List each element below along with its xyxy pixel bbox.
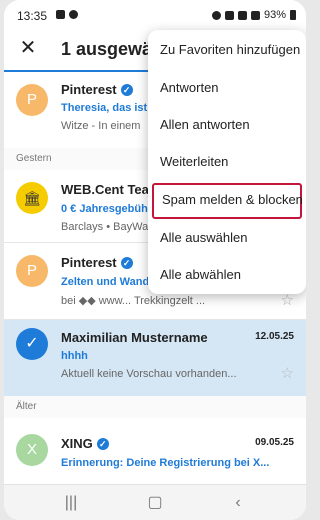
section-label: Gestern bbox=[16, 153, 52, 164]
menu-item-reply-all[interactable]: Allen antworten bbox=[148, 107, 306, 143]
verified-icon: ✓ bbox=[96, 438, 109, 450]
verified-icon: ✓ bbox=[120, 257, 133, 269]
section-label: Älter bbox=[16, 401, 37, 412]
menu-item-select-all[interactable]: Alle auswählen bbox=[148, 220, 306, 256]
battery-icon bbox=[290, 10, 296, 20]
status-right: 93% bbox=[211, 9, 296, 21]
section-header: Älter bbox=[4, 396, 306, 419]
status-bar: 13:35 93% bbox=[4, 0, 306, 30]
verified-icon: ✓ bbox=[120, 84, 133, 96]
home-icon[interactable]: ▢ bbox=[143, 491, 167, 515]
avatar: X bbox=[16, 434, 48, 466]
email-subject: 0 € Jahresgebühr bbox=[61, 203, 153, 215]
phone-screen: 13:35 93% ✕ 1 ausgewählt P Pinterest ✓ Th… bbox=[4, 0, 306, 520]
back-icon[interactable]: ‹ bbox=[226, 491, 250, 515]
email-sender: XING ✓ bbox=[61, 436, 109, 451]
email-preview: Witze - In einem bbox=[61, 120, 141, 132]
email-date: 09.05.25 bbox=[255, 437, 294, 448]
menu-item-report-spam[interactable]: Spam melden & blocken bbox=[152, 183, 303, 219]
close-icon[interactable]: ✕ bbox=[16, 36, 40, 60]
overflow-menu: Zu Favoriten hinzufügen Antworten Allen … bbox=[148, 30, 306, 294]
check-icon[interactable]: ✓ bbox=[16, 328, 48, 360]
email-sender: Maximilian Mustername bbox=[61, 330, 208, 345]
avatar: P bbox=[16, 255, 48, 287]
notification-icons bbox=[56, 10, 78, 19]
menu-item-forward[interactable]: Weiterleiten bbox=[148, 144, 306, 180]
status-time: 13:35 bbox=[17, 9, 48, 23]
email-row-selected[interactable]: ✓ Maximilian Mustername 12.05.25 hhhh Ak… bbox=[4, 320, 306, 397]
settings-icon bbox=[69, 10, 78, 19]
recent-apps-icon[interactable]: ||| bbox=[59, 491, 83, 515]
avatar: P bbox=[16, 84, 48, 116]
menu-item-add-favorite[interactable]: Zu Favoriten hinzufügen bbox=[148, 32, 306, 68]
menu-item-reply[interactable]: Antworten bbox=[148, 70, 306, 106]
bank-icon: 🏛 bbox=[16, 182, 48, 214]
email-preview: bei ◆◆ www... Trekkingzelt ... bbox=[61, 295, 206, 307]
email-preview: Barclays • BayWa bbox=[61, 221, 149, 233]
email-row[interactable]: X XING ✓ 09.05.25 Erinnerung: Deine Regis… bbox=[4, 418, 306, 485]
email-sender: Pinterest ✓ bbox=[61, 82, 133, 97]
email-sender: Pinterest ✓ bbox=[61, 255, 133, 270]
wifi-icon bbox=[237, 10, 247, 20]
gallery-icon bbox=[56, 10, 65, 19]
email-subject: Erinnerung: Deine Registrierung bei X... bbox=[61, 457, 270, 469]
email-subject: Theresia, das ist bbox=[61, 102, 148, 114]
menu-item-deselect-all[interactable]: Alle abwählen bbox=[148, 257, 306, 293]
email-preview: Aktuell keine Vorschau vorhanden... bbox=[61, 368, 237, 380]
system-nav-bar: ||| ▢ ‹ bbox=[4, 484, 306, 520]
email-subject: Zelten und Wand bbox=[61, 276, 150, 288]
email-subject: hhhh bbox=[61, 350, 88, 362]
signal-icon bbox=[250, 10, 260, 20]
battery-percent: 93% bbox=[263, 9, 286, 21]
email-sender: WEB.Cent Team bbox=[61, 182, 161, 197]
alarm-icon bbox=[211, 10, 221, 20]
star-icon[interactable]: ☆ bbox=[281, 364, 294, 382]
mute-icon bbox=[224, 10, 234, 20]
email-date: 12.05.25 bbox=[255, 331, 294, 342]
